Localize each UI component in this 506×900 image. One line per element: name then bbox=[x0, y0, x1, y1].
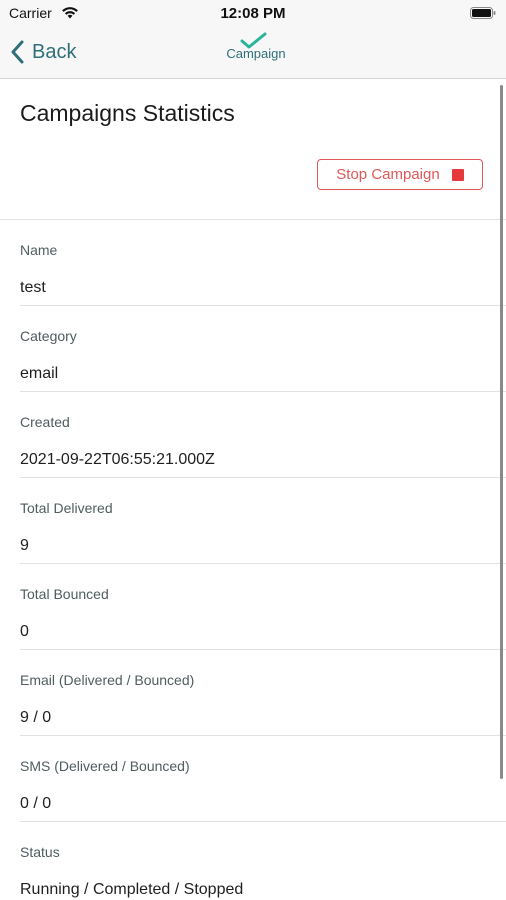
field-sms-stats: SMS (Delivered / Bounced) 0 / 0 bbox=[0, 736, 506, 822]
field-created: Created 2021-09-22T06:55:21.000Z bbox=[0, 392, 506, 478]
field-email-stats: Email (Delivered / Bounced) 9 / 0 bbox=[0, 650, 506, 736]
battery-icon bbox=[470, 7, 496, 19]
field-value: 0 / 0 bbox=[20, 795, 52, 812]
campaign-statistics-content: Campaigns Statistics Stop Campaign Name … bbox=[0, 79, 506, 900]
stop-campaign-label: Stop Campaign bbox=[336, 166, 440, 183]
field-value: 2021-09-22T06:55:21.000Z bbox=[20, 451, 215, 468]
campaign-logo: Campaign bbox=[218, 32, 294, 72]
logo-text: Campaign bbox=[226, 46, 286, 61]
field-total-bounced: Total Bounced 0 bbox=[0, 564, 506, 650]
chevron-left-icon bbox=[11, 40, 24, 64]
field-name: Name test bbox=[0, 220, 506, 306]
field-label: Status bbox=[20, 844, 60, 860]
field-value: email bbox=[20, 365, 59, 382]
back-label: Back bbox=[32, 40, 77, 63]
field-label: Category bbox=[20, 328, 77, 344]
back-button[interactable]: Back bbox=[10, 36, 76, 68]
stop-icon bbox=[451, 168, 464, 181]
field-category: Category email bbox=[0, 306, 506, 392]
field-value: Running / Completed / Stopped bbox=[20, 881, 244, 898]
field-total-delivered: Total Delivered 9 bbox=[0, 478, 506, 564]
field-label: Name bbox=[20, 242, 58, 258]
field-value: 9 / 0 bbox=[20, 709, 52, 726]
field-label: Total Bounced bbox=[20, 586, 109, 602]
stop-campaign-button[interactable]: Stop Campaign bbox=[317, 159, 483, 190]
status-bar: Carrier 12:08 PM bbox=[0, 0, 506, 26]
field-value: test bbox=[20, 279, 46, 296]
field-label: Created bbox=[20, 414, 70, 430]
field-status: Status Running / Completed / Stopped bbox=[0, 822, 506, 900]
field-value: 9 bbox=[20, 537, 29, 554]
field-value: 0 bbox=[20, 623, 29, 640]
page-title: Campaigns Statistics bbox=[20, 100, 235, 126]
vertical-scrollbar[interactable] bbox=[500, 85, 503, 779]
app-screen: Carrier 12:08 PM Back Campaign Campaigns… bbox=[0, 0, 506, 900]
field-label: Total Delivered bbox=[20, 500, 113, 516]
field-label: SMS (Delivered / Bounced) bbox=[20, 758, 190, 774]
navigation-bar: Back Campaign bbox=[0, 26, 506, 79]
field-label: Email (Delivered / Bounced) bbox=[20, 672, 195, 688]
status-time: 12:08 PM bbox=[220, 5, 286, 22]
